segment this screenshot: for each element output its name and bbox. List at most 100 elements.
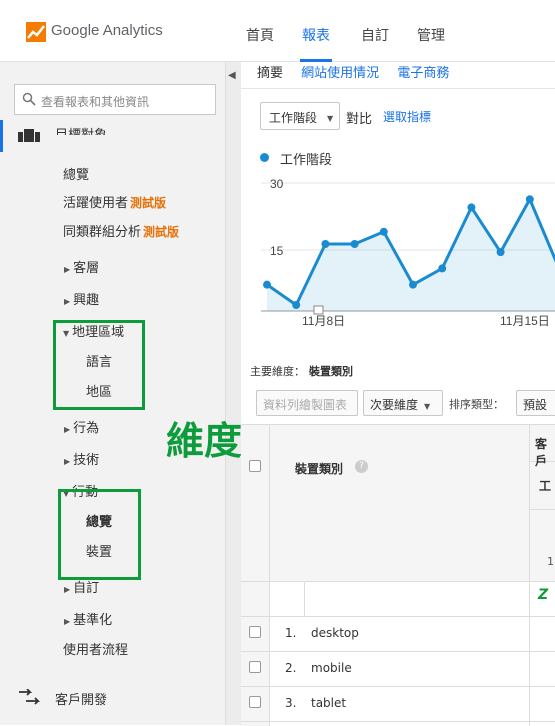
sidebar-item-benchmarking[interactable]: ▶ 基準化 (64, 609, 112, 628)
expand-arrow-icon: ▶ (64, 425, 71, 434)
column-header-sessions[interactable]: 工 (539, 477, 551, 494)
expand-arrow-icon: ▶ (64, 457, 71, 466)
sidebar-item-interests[interactable]: ▶ 興趣 (64, 289, 99, 308)
select-all-checkbox[interactable] (249, 460, 261, 472)
annotation-dimension-label: 維度 (166, 419, 243, 463)
data-table: 裝置類別 ? 客戶 工 1 Z 1. desktop 2. mobile 3. … (241, 424, 555, 726)
plot-rows-button[interactable]: 資料列繪製圖表 (256, 390, 358, 416)
sidebar-item-label: 興趣 (73, 293, 100, 308)
sidebar-item-label: 基準化 (73, 613, 113, 628)
sort-type-label: 排序類型： (449, 398, 504, 411)
data-point[interactable] (496, 248, 505, 257)
sidebar-item-label: 自訂 (73, 581, 100, 596)
divider (241, 686, 555, 687)
row-number: 2. (285, 661, 297, 675)
nav-custom[interactable]: 自訂 (361, 25, 389, 45)
top-bar: Google Analytics 首頁 報表 自訂 管理 (0, 0, 555, 62)
beta-badge: 測試版 (143, 225, 180, 239)
data-point[interactable] (350, 240, 359, 248)
subtab-summary[interactable]: 摘要 (257, 66, 283, 81)
data-point[interactable] (438, 264, 447, 273)
primary-dimension-label: 主要維度： (250, 365, 305, 378)
data-point[interactable] (379, 227, 388, 236)
data-point[interactable] (467, 203, 476, 212)
sidebar-item-overview[interactable]: 總覽 (63, 164, 89, 183)
divider (241, 581, 555, 582)
sidebar-collapse-strip[interactable] (225, 62, 241, 725)
sidebar-item-label: 技術 (73, 453, 100, 468)
row-label-desktop[interactable]: desktop (311, 626, 359, 640)
divider (529, 425, 530, 726)
x-tick-label: 11月15日 (500, 314, 550, 328)
help-icon[interactable]: ? (355, 460, 368, 473)
secondary-dimension-dropdown[interactable]: 次要維度 ▼ (363, 390, 443, 416)
data-point[interactable] (263, 280, 271, 289)
expand-arrow-icon: ▶ (64, 297, 71, 306)
report-subtabs: 摘要 網站使用情況 電子商務 (257, 62, 463, 81)
nav-admin[interactable]: 管理 (417, 25, 445, 45)
divider (241, 651, 555, 652)
subtab-ecommerce[interactable]: 電子商務 (397, 66, 449, 81)
legend-dot-icon (260, 153, 269, 162)
sidebar-item-active-users[interactable]: 活躍使用者 測試版 (63, 192, 166, 211)
primary-dimension: 主要維度： 裝置類別 (250, 363, 353, 379)
row-label-tablet[interactable]: tablet (311, 696, 346, 710)
row-checkbox[interactable] (249, 661, 261, 673)
divider (269, 425, 270, 726)
sidebar-item-technology[interactable]: ▶ 技術 (64, 449, 99, 468)
row-number: 3. (285, 696, 297, 710)
data-point[interactable] (409, 280, 417, 289)
nav-home[interactable]: 首頁 (246, 25, 274, 45)
row-checkbox[interactable] (249, 626, 261, 638)
data-point[interactable] (321, 240, 330, 248)
nav-reports[interactable]: 報表 (302, 25, 330, 45)
sidebar-item-user-flow[interactable]: 使用者流程 (63, 639, 128, 658)
sidebar-item-label: 行為 (73, 421, 100, 436)
active-section-indicator (0, 120, 3, 152)
sidebar-section-audience[interactable]: 目標對象 (55, 124, 107, 135)
expand-arrow-icon: ▶ (64, 585, 71, 594)
sidebar-item-behavior[interactable]: ▶ 行為 (64, 417, 99, 436)
subtab-site-usage[interactable]: 網站使用情況 (301, 66, 379, 81)
highlight-box-geo (53, 320, 145, 410)
select-metric-link[interactable]: 選取指標 (383, 108, 431, 125)
chevron-down-icon: ▼ (327, 114, 334, 123)
compare-label: 對比 (346, 112, 373, 127)
x-tick-label: 11月8日 (302, 314, 345, 328)
divider (241, 721, 555, 722)
divider (304, 581, 305, 617)
secondary-dimension-label: 次要維度 (370, 398, 419, 412)
divider (529, 509, 555, 510)
data-point[interactable] (292, 301, 301, 309)
acquisition-icon (19, 689, 40, 705)
divider (241, 616, 555, 617)
row-checkbox[interactable] (249, 696, 261, 708)
sidebar-item-label: 客層 (73, 261, 100, 276)
beta-badge: 測試版 (130, 196, 167, 210)
sidebar-item-label: 活躍使用者 (63, 196, 129, 211)
annotation-marker-icon (313, 305, 324, 315)
collapse-arrow-icon[interactable]: ◀ (228, 70, 236, 81)
column-header-device-category[interactable]: 裝置類別 (295, 460, 343, 477)
audience-icon (18, 129, 40, 142)
sessions-chart[interactable]: 30 15 11月8日 11月15日 (241, 165, 555, 335)
app-title: Google Analytics (51, 22, 163, 39)
primary-dimension-value[interactable]: 裝置類別 (309, 365, 353, 378)
sidebar-section-acquisition[interactable]: 客戶開發 (55, 689, 107, 708)
search-icon (22, 92, 36, 106)
column-header-acquisition: 客戶 (535, 437, 548, 468)
chevron-down-icon: ▼ (424, 402, 431, 411)
metric-selector-dropdown[interactable]: 工作階段 ▼ (260, 102, 340, 130)
row-label-mobile[interactable]: mobile (311, 661, 352, 675)
metric-selector-value: 工作階段 (269, 111, 318, 125)
sort-default-dropdown[interactable]: 預設 (516, 390, 555, 416)
highlight-box-mobile (58, 489, 141, 580)
data-point[interactable] (525, 195, 534, 204)
sidebar-item-demographics[interactable]: ▶ 客層 (64, 257, 99, 276)
expand-arrow-icon: ▶ (64, 265, 71, 274)
search-placeholder: 查看報表和其他資訊 (41, 95, 150, 109)
y-tick-label: 15 (270, 244, 284, 258)
series-area (267, 199, 555, 311)
search-input[interactable]: 查看報表和其他資訊 (14, 84, 216, 115)
sidebar-item-cohort[interactable]: 同類群組分析 測試版 (63, 221, 179, 240)
